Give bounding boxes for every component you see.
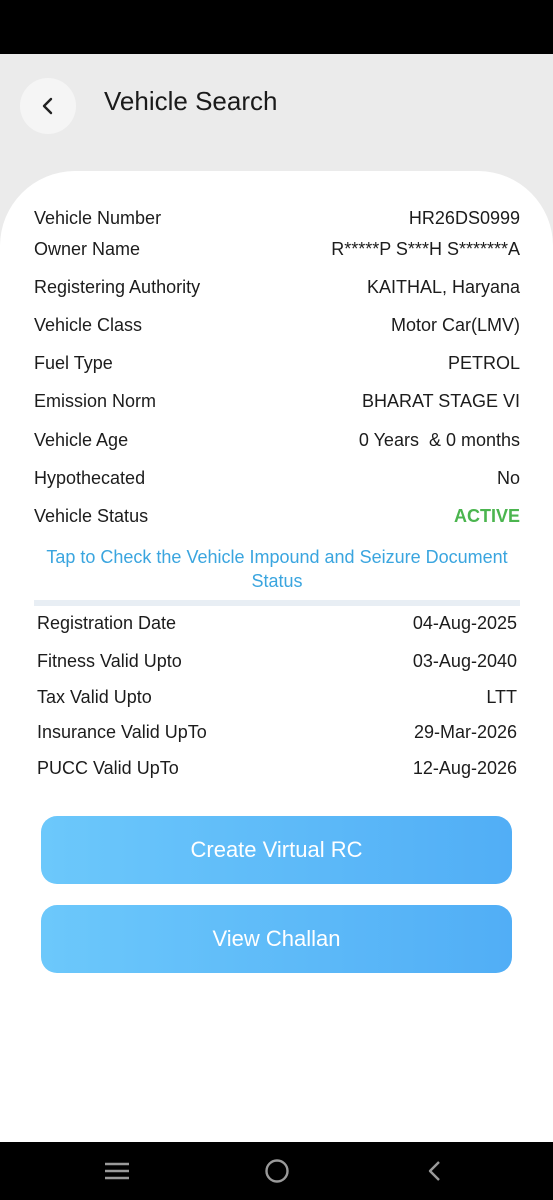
detail-label: Vehicle Status xyxy=(34,506,149,526)
section-divider xyxy=(34,600,520,606)
validity-label: PUCC Valid UpTo xyxy=(37,758,179,778)
detail-row-vehicle-age: Vehicle Age 0 Years & 0 months xyxy=(34,429,520,451)
chevron-left-icon xyxy=(428,1161,440,1181)
detail-value: Motor Car(LMV) xyxy=(390,315,520,335)
validity-value: 04-Aug-2025 xyxy=(412,613,517,633)
detail-row-owner-name: Owner Name R*****P S***H S*******A xyxy=(34,238,520,260)
detail-value: KAITHAL, Haryana xyxy=(366,277,520,297)
validity-row-tax: Tax Valid Upto LTT xyxy=(37,686,517,708)
nav-back-button[interactable] xyxy=(420,1156,450,1186)
menu-lines-icon xyxy=(105,1162,129,1180)
chevron-left-icon xyxy=(42,97,53,115)
detail-label: Owner Name xyxy=(34,239,141,259)
detail-label: Vehicle Number xyxy=(34,208,162,228)
detail-value: R*****P S***H S*******A xyxy=(331,239,520,259)
validity-value: 03-Aug-2040 xyxy=(412,651,517,671)
detail-row-hypothecated: Hypothecated No xyxy=(34,467,520,489)
system-nav-bar xyxy=(0,1142,553,1200)
detail-value: 0 Years & 0 months xyxy=(358,430,520,450)
page-title: Vehicle Search xyxy=(104,86,278,116)
status-badge: ACTIVE xyxy=(453,506,520,526)
detail-label: Vehicle Age xyxy=(34,430,129,450)
detail-value: No xyxy=(496,468,520,488)
status-bar xyxy=(0,0,553,54)
back-button[interactable] xyxy=(20,78,76,134)
validity-label: Fitness Valid Upto xyxy=(37,651,182,671)
detail-value: PETROL xyxy=(447,353,520,373)
validity-row-fitness: Fitness Valid Upto 03-Aug-2040 xyxy=(37,650,517,672)
validity-row-registration-date: Registration Date 04-Aug-2025 xyxy=(37,612,517,634)
nav-home-button[interactable] xyxy=(262,1156,292,1186)
detail-row-registering-authority: Registering Authority KAITHAL, Haryana xyxy=(34,276,520,298)
detail-row-fuel-type: Fuel Type PETROL xyxy=(34,352,520,374)
detail-label: Vehicle Class xyxy=(34,315,143,335)
detail-row-vehicle-number: Vehicle Number HR26DS0999 xyxy=(34,207,520,229)
detail-label: Hypothecated xyxy=(34,468,146,488)
detail-label: Emission Norm xyxy=(34,391,157,411)
nav-recent-button[interactable] xyxy=(102,1156,132,1186)
detail-row-emission-norm: Emission Norm BHARAT STAGE VI xyxy=(34,390,520,412)
view-challan-button[interactable]: View Challan xyxy=(41,905,512,973)
detail-row-vehicle-status: Vehicle Status ACTIVE xyxy=(34,505,520,527)
create-virtual-rc-button[interactable]: Create Virtual RC xyxy=(41,816,512,884)
validity-value: 12-Aug-2026 xyxy=(412,758,517,778)
validity-value: LTT xyxy=(486,687,517,707)
validity-label: Registration Date xyxy=(37,613,177,633)
validity-label: Insurance Valid UpTo xyxy=(37,722,207,742)
circle-home-icon xyxy=(265,1159,289,1183)
validity-row-pucc: PUCC Valid UpTo 12-Aug-2026 xyxy=(37,757,517,779)
detail-label: Registering Authority xyxy=(34,277,201,297)
detail-value: HR26DS0999 xyxy=(408,208,520,228)
detail-value: BHARAT STAGE VI xyxy=(361,391,520,411)
validity-label: Tax Valid Upto xyxy=(37,687,152,707)
validity-value: 29-Mar-2026 xyxy=(413,722,517,742)
detail-row-vehicle-class: Vehicle Class Motor Car(LMV) xyxy=(34,314,520,336)
detail-label: Fuel Type xyxy=(34,353,113,373)
impound-status-link[interactable]: Tap to Check the Vehicle Impound and Sei… xyxy=(34,545,520,593)
validity-row-insurance: Insurance Valid UpTo 29-Mar-2026 xyxy=(37,721,517,743)
